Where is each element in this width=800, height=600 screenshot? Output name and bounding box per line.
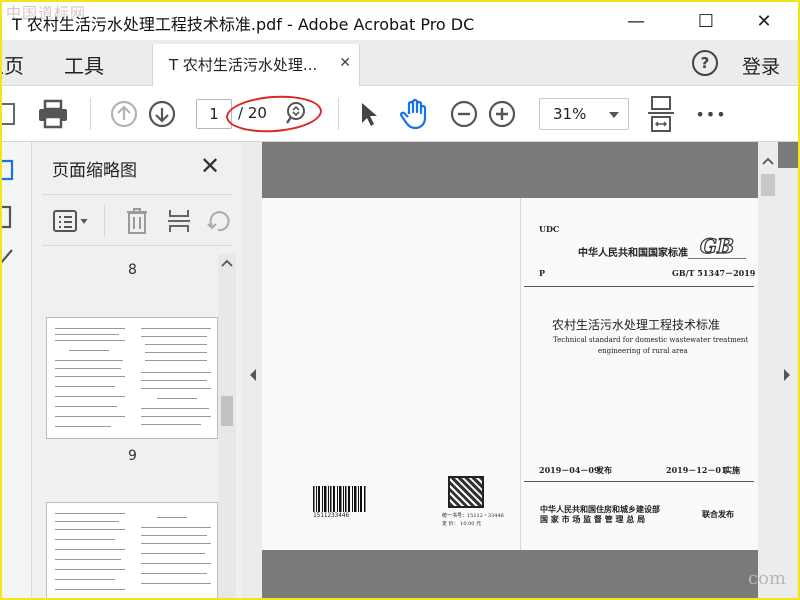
document-tab-label: T 农村生活污水处理... xyxy=(169,56,318,74)
window-title: T 农村生活污水处理工程技术标准.pdf - Adobe Acrobat Pro… xyxy=(12,15,475,34)
implementation-date: 2019－12－01 xyxy=(666,465,727,475)
joint-issue-label: 联合发布 xyxy=(702,509,734,519)
p-label: P xyxy=(539,268,546,278)
red-annotation-ellipse xyxy=(224,92,324,136)
fit-page-icon[interactable] xyxy=(644,94,678,134)
udc-label: UDC xyxy=(539,224,560,234)
standard-title-en-line1: Technical standard for domestic wastewat… xyxy=(553,336,749,344)
minimize-button[interactable]: — xyxy=(616,7,656,35)
document-tab[interactable]: T 农村生活污水处理... ✕ xyxy=(152,44,360,86)
close-tab-icon[interactable]: ✕ xyxy=(339,55,351,71)
zoom-value: 31% xyxy=(553,105,587,123)
page-thumbnails-panel: 页面缩略图 ✕ 8 9 xyxy=(32,142,242,598)
gb-logo: GB xyxy=(699,233,734,258)
standard-title-cn: 农村生活污水处理工程技术标准 xyxy=(552,318,721,332)
previous-page-icon[interactable] xyxy=(108,98,140,130)
standard-title-en-line2: engineering of rural area xyxy=(598,347,688,355)
attachments-icon[interactable] xyxy=(2,244,18,270)
document-scroll-thumb[interactable] xyxy=(761,174,775,196)
issue-date: 2019－04－09 xyxy=(539,465,600,475)
print-icon[interactable] xyxy=(36,98,70,130)
zoom-out-icon[interactable] xyxy=(448,98,480,130)
next-page-icon[interactable] xyxy=(146,98,178,130)
extract-pages-icon[interactable] xyxy=(164,205,194,237)
save-icon[interactable] xyxy=(2,100,18,128)
implementation-label: 实施 xyxy=(724,465,740,475)
panel-toolbar xyxy=(42,194,232,246)
issue-label: 发布 xyxy=(596,465,612,475)
zoom-select[interactable]: 31% xyxy=(539,98,629,130)
price-line: 定 价： 10.00 元 xyxy=(442,521,482,527)
toolbar: 1 / 20 31% ••• xyxy=(2,86,798,142)
panel-scrollbar[interactable] xyxy=(218,254,236,598)
close-panel-icon[interactable]: ✕ xyxy=(200,152,220,180)
issuer-line-2: 国 家 市 场 监 督 管 理 总 局 xyxy=(540,514,646,524)
zoom-in-icon[interactable] xyxy=(486,98,518,130)
collapse-right-handle[interactable] xyxy=(776,168,798,598)
serial-number-line: 统一书号：15112・33446 xyxy=(442,513,504,519)
bookmark-thumbnails-icon[interactable] xyxy=(2,158,18,184)
tools-tab[interactable]: 工具 xyxy=(64,50,104,79)
barcode-image: 1511233446 xyxy=(313,486,367,520)
document-scrollbar[interactable] xyxy=(758,142,778,598)
panel-scroll-thumb[interactable] xyxy=(221,396,233,426)
thumbnail-label-9: 9 xyxy=(128,448,137,464)
maximize-button[interactable]: ☐ xyxy=(686,7,726,35)
page-thumbnail-9[interactable] xyxy=(46,502,218,598)
more-tools-icon[interactable]: ••• xyxy=(695,100,726,128)
close-window-button[interactable]: ✕ xyxy=(744,7,784,35)
options-menu-icon[interactable] xyxy=(52,207,92,235)
qr-code-image xyxy=(448,476,484,508)
page-thumbnail-8[interactable] xyxy=(46,317,218,439)
hand-tool-icon[interactable] xyxy=(398,96,432,132)
bookmarks-icon[interactable] xyxy=(2,204,18,230)
pdf-page: UDC 中华人民共和国国家标准 GB P GB/T 51347－2019 农村生… xyxy=(262,198,758,550)
login-button[interactable]: 登录 xyxy=(742,52,780,79)
tab-bar: 主页 工具 T 农村生活污水处理... ✕ ? 登录 xyxy=(0,40,798,86)
national-standard-label: 中华人民共和国国家标准 xyxy=(578,248,688,259)
select-tool-icon[interactable] xyxy=(354,98,384,130)
help-icon[interactable]: ? xyxy=(692,50,718,76)
title-bar: 中国道标网 T 农村生活污水处理工程技术标准.pdf - Adobe Acrob… xyxy=(2,2,798,40)
collapse-left-handle[interactable] xyxy=(242,142,262,598)
left-nav-strip xyxy=(2,142,32,598)
home-tab[interactable]: 主页 xyxy=(0,50,24,79)
barcode-number: 1511233446 xyxy=(313,512,350,519)
rotate-icon[interactable] xyxy=(202,205,232,237)
delete-icon[interactable] xyxy=(122,205,152,237)
panel-title: 页面缩略图 xyxy=(52,161,137,181)
chevron-down-icon xyxy=(609,112,619,118)
thumbnail-label-8: 8 xyxy=(128,262,137,278)
watermark-bottom-right: com xyxy=(748,568,786,589)
standard-code: GB/T 51347－2019 xyxy=(672,268,756,278)
